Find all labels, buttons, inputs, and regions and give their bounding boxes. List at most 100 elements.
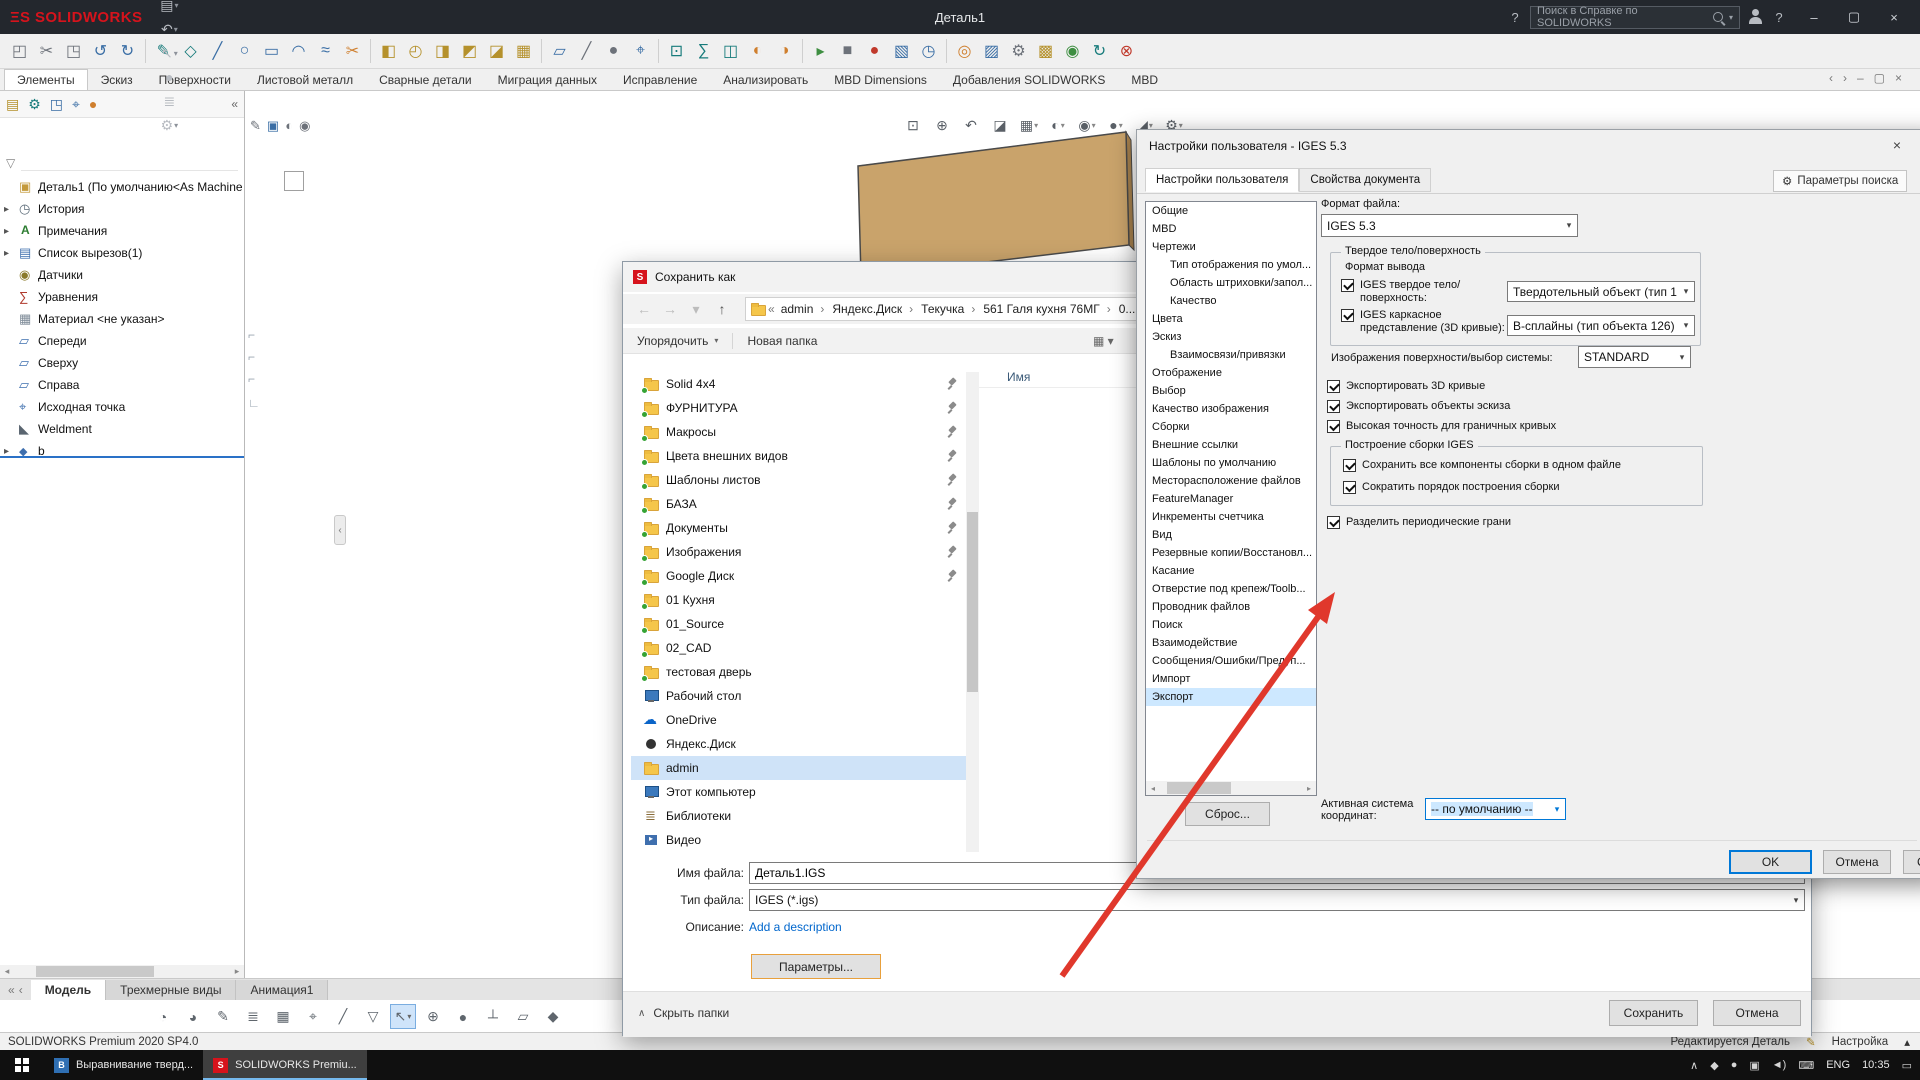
maximize-window-icon[interactable]: ▢: [1834, 2, 1874, 32]
hide-show-items-icon[interactable]: ◉: [1074, 112, 1100, 138]
language-indicator[interactable]: ENG: [1826, 1059, 1850, 1071]
point-tool-icon[interactable]: ●: [450, 1004, 476, 1029]
macro-stop-icon[interactable]: ■: [834, 38, 861, 65]
section-view-icon[interactable]: ◪: [987, 112, 1013, 138]
options-tree-item[interactable]: Месторасположение файлов: [1146, 472, 1316, 490]
nav-pane-item[interactable]: Библиотеки: [631, 804, 966, 828]
high-trim-accuracy-checkbox[interactable]: Высокая точность для граничных кривых: [1327, 420, 1556, 433]
recent-locations-icon[interactable]: ▾: [683, 296, 709, 322]
options-tree-item[interactable]: Качество: [1146, 292, 1316, 310]
filter-icon[interactable]: ▽: [6, 156, 15, 170]
scrollbar-thumb[interactable]: [967, 512, 978, 692]
nav-pane-item[interactable]: Документы: [631, 516, 966, 540]
options-icon[interactable]: ⚙: [157, 113, 181, 137]
options-tree-item[interactable]: Проводник файлов: [1146, 598, 1316, 616]
options-tree-item[interactable]: Цвета: [1146, 310, 1316, 328]
collapse-panel-icon[interactable]: «: [231, 97, 238, 111]
forward-icon[interactable]: →: [657, 296, 683, 322]
command-tab[interactable]: Эскиз: [88, 69, 146, 90]
feature-tree-root[interactable]: ▸ Деталь1 (По умолчанию<As Machine: [0, 176, 244, 198]
command-tab[interactable]: Добавления SOLIDWORKS: [940, 69, 1119, 90]
model-tab[interactable]: Трехмерные виды: [106, 980, 236, 1000]
cloud-sync-tray-icon[interactable]: ●: [1731, 1059, 1738, 1072]
separator-icon[interactable]: [946, 39, 947, 63]
options-tree-item[interactable]: Тип отображения по умол...: [1146, 256, 1316, 274]
options-tree-item[interactable]: Отверстие под крепеж/Toolb...: [1146, 580, 1316, 598]
close-window-icon[interactable]: ×: [1874, 2, 1914, 32]
command-tab[interactable]: Элементы: [4, 69, 88, 90]
doc-minimize-icon[interactable]: –: [1857, 71, 1864, 85]
reference-point-icon[interactable]: ●: [600, 38, 627, 65]
expand-arrow-icon[interactable]: ▸: [4, 204, 14, 215]
options-tree-item[interactable]: Экспорт: [1146, 688, 1316, 706]
lofted-boss-icon[interactable]: ◩: [456, 38, 483, 65]
options-tree-item[interactable]: Вид: [1146, 526, 1316, 544]
iges-wireframe-checkbox[interactable]: IGES каркасное представление (3D кривые)…: [1341, 309, 1505, 335]
save-button[interactable]: Сохранить: [1609, 1000, 1698, 1026]
swept-boss-icon[interactable]: ◨: [429, 38, 456, 65]
scroll-left-icon[interactable]: ◂: [0, 966, 14, 977]
coordinate-system-icon[interactable]: ⌖: [627, 38, 654, 65]
scroll-right-icon[interactable]: ▸: [230, 966, 244, 977]
select-cursor-icon[interactable]: ↖: [390, 1004, 416, 1029]
feature-tree-item[interactable]: ▸ Уравнения: [0, 286, 244, 308]
sketch-tool-2-icon[interactable]: ◕: [180, 1004, 206, 1029]
sketch-dimension-icon[interactable]: ≣: [240, 1004, 266, 1029]
nav-pane-item[interactable]: Solid 4x4: [631, 372, 966, 396]
scrollbar-thumb[interactable]: [36, 966, 155, 977]
options-tree-scrollbar[interactable]: ◂ ▸: [1146, 781, 1316, 795]
solidworks-tray-icon[interactable]: ◆: [1710, 1059, 1718, 1072]
feature-tree-item[interactable]: ▸ История: [0, 198, 244, 220]
feature-tree-item[interactable]: ▸ b: [0, 440, 244, 462]
clock[interactable]: 10:35: [1862, 1059, 1890, 1071]
propertymanager-tab-icon[interactable]: ⚙: [28, 96, 41, 113]
feature-tree-item[interactable]: ▸ Weldment: [0, 418, 244, 440]
nav-pane-item[interactable]: ФУРНИТУРА: [631, 396, 966, 420]
options-tree-item[interactable]: Инкременты счетчика: [1146, 508, 1316, 526]
options-tab[interactable]: Настройки пользователя: [1145, 168, 1299, 192]
options-tree-item[interactable]: Эскиз: [1146, 328, 1316, 346]
feature-tree-item[interactable]: ▸ Сверху: [0, 352, 244, 374]
edit-appearance-hud-icon[interactable]: ●: [1103, 112, 1129, 138]
doc-restore-icon[interactable]: ▢: [1874, 71, 1885, 85]
featuremanager-tab-icon[interactable]: ▤: [6, 96, 19, 113]
expand-arrow-icon[interactable]: ▸: [4, 446, 14, 457]
options-tree-item[interactable]: Чертежи: [1146, 238, 1316, 256]
doc-next-icon[interactable]: ›: [1843, 71, 1847, 85]
select-filter-icon[interactable]: ▽: [360, 1004, 386, 1029]
trim-entities-icon[interactable]: ✂: [339, 38, 366, 65]
cancel-button[interactable]: Отмена: [1823, 850, 1891, 874]
options-tree-item[interactable]: Выбор: [1146, 382, 1316, 400]
feature-tree-item[interactable]: ▸ Справа: [0, 374, 244, 396]
nav-pane-item[interactable]: Рабочий стол: [631, 684, 966, 708]
help-icon[interactable]: ?: [1770, 8, 1788, 26]
command-tab[interactable]: MBD: [1118, 69, 1171, 90]
sketch-tool-1-icon[interactable]: ◔: [150, 1004, 176, 1029]
nav-pane-item[interactable]: Шаблоны листов: [631, 468, 966, 492]
model-tab[interactable]: Анимация1: [236, 980, 328, 1000]
plane-tool-icon[interactable]: ▱: [510, 1004, 536, 1029]
reference-axis-icon[interactable]: ╱: [573, 38, 600, 65]
options-tree-item[interactable]: Импорт: [1146, 670, 1316, 688]
quick-snaps-icon[interactable]: ⊕: [420, 1004, 446, 1029]
configurationmanager-tab-icon[interactable]: ◳: [50, 96, 63, 113]
nav-pane-item[interactable]: Яндекс.Диск: [631, 732, 966, 756]
shell-icon[interactable]: ▦: [510, 38, 537, 65]
separator-icon[interactable]: [658, 39, 659, 63]
export-sketch-entities-checkbox[interactable]: Экспортировать объекты эскиза: [1327, 400, 1510, 413]
options-tree-item[interactable]: Поиск: [1146, 616, 1316, 634]
view-mode-icon[interactable]: ▦ ▾: [1093, 334, 1114, 348]
reset-button[interactable]: Сброс...: [1185, 802, 1270, 826]
add-description-link[interactable]: Add a description: [749, 920, 842, 934]
close-dialog-button[interactable]: ×: [1881, 134, 1913, 156]
render-tools-icon[interactable]: ◎: [951, 38, 978, 65]
reference-plane-icon[interactable]: ▱: [546, 38, 573, 65]
expand-arrow-icon[interactable]: ▸: [4, 248, 14, 259]
action-center-icon[interactable]: ▭: [1902, 1059, 1912, 1072]
help-button[interactable]: Справка: [1903, 850, 1920, 874]
separator-icon[interactable]: [802, 39, 803, 63]
search-options-button[interactable]: ⚙ Параметры поиска: [1773, 170, 1907, 192]
feature-tree-item[interactable]: ▸ Примечания: [0, 220, 244, 242]
nav-pane-item[interactable]: Цвета внешних видов: [631, 444, 966, 468]
feature-tree-item[interactable]: ▸ Список вырезов(1): [0, 242, 244, 264]
